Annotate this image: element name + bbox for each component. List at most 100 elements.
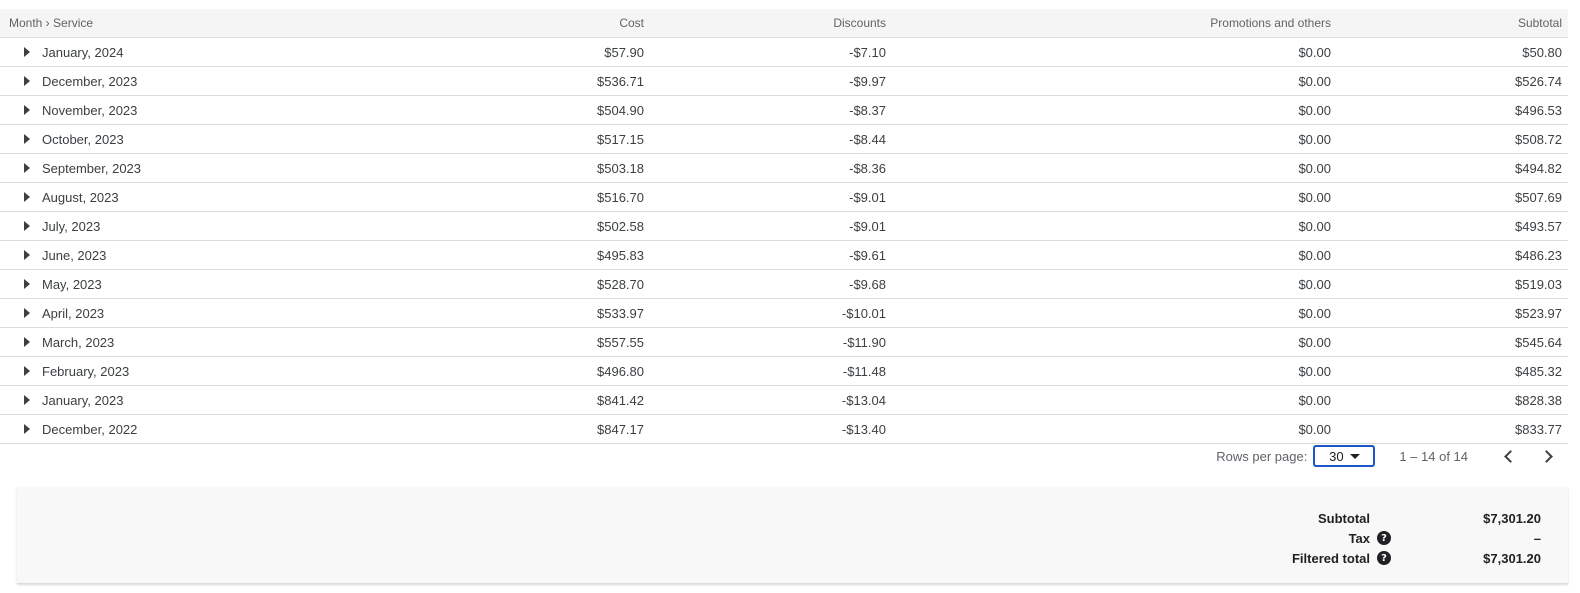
expand-row-button[interactable] [6, 241, 42, 269]
table-row[interactable]: March, 2023 $557.55 -$11.90 $0.00 $545.64 [0, 328, 1568, 357]
expand-row-button[interactable] [6, 183, 42, 211]
expand-row-button[interactable] [6, 96, 42, 124]
cost-table: Month › Service Cost Discounts Promotion… [0, 9, 1568, 444]
chevron-left-icon [1503, 449, 1517, 463]
month-cell: January, 2023 [0, 386, 420, 414]
expand-row-button[interactable] [6, 154, 42, 182]
help-circle-icon[interactable] [1377, 551, 1391, 565]
caret-right-icon [24, 337, 30, 347]
expand-row-button[interactable] [6, 125, 42, 153]
pagination-bar: Rows per page: 30 1 – 14 of 14 [0, 440, 1568, 472]
promotions-cell: $0.00 [1298, 247, 1331, 263]
table-row[interactable]: September, 2023 $503.18 -$8.36 $0.00 $494.82 [0, 154, 1568, 183]
table-row[interactable]: August, 2023 $516.70 -$9.01 $0.00 $507.69 [0, 183, 1568, 212]
table-row[interactable]: January, 2024 $57.90 -$7.10 $0.00 $50.80 [0, 38, 1568, 67]
subtotal-cell: $493.57 [1515, 218, 1562, 234]
tax-row: Tax – [1191, 528, 1541, 548]
month-cell: March, 2023 [0, 328, 420, 356]
column-header-promotions[interactable]: Promotions and others [892, 16, 1337, 30]
filtered-total-label: Filtered total [1291, 550, 1370, 566]
table-row[interactable]: May, 2023 $528.70 -$9.68 $0.00 $519.03 [0, 270, 1568, 299]
subtotal-label: Subtotal [1318, 510, 1370, 526]
table-row[interactable]: December, 2023 $536.71 -$9.97 $0.00 $526.74 [0, 67, 1568, 96]
promotions-cell: $0.00 [1298, 276, 1331, 292]
table-row[interactable]: February, 2023 $496.80 -$11.48 $0.00 $485.32 [0, 357, 1568, 386]
expand-row-button[interactable] [6, 38, 42, 66]
chevron-right-icon [1539, 449, 1553, 463]
month-label: October, 2023 [42, 131, 124, 147]
month-label: March, 2023 [42, 334, 115, 350]
promotions-cell: $0.00 [1298, 218, 1331, 234]
discounts-cell: -$7.10 [849, 44, 886, 60]
cost-cell: $557.55 [597, 334, 644, 350]
column-header-month-service[interactable]: Month › Service [0, 16, 420, 30]
table-row[interactable]: October, 2023 $517.15 -$8.44 $0.00 $508.72 [0, 125, 1568, 154]
cost-cell: $533.97 [597, 305, 644, 321]
totals-summary-panel: Subtotal $7,301.20 Tax – Filtered total … [17, 487, 1568, 584]
next-page-button[interactable] [1528, 441, 1568, 471]
expand-row-button[interactable] [6, 212, 42, 240]
promotions-cell: $0.00 [1298, 305, 1331, 321]
caret-right-icon [24, 366, 30, 376]
expand-row-button[interactable] [6, 270, 42, 298]
promotions-cell: $0.00 [1298, 131, 1331, 147]
promotions-cell: $0.00 [1298, 160, 1331, 176]
caret-right-icon [24, 221, 30, 231]
cost-cell: $504.90 [597, 102, 644, 118]
month-label: September, 2023 [42, 160, 142, 176]
discounts-cell: -$10.01 [841, 305, 886, 321]
month-label: December, 2023 [42, 73, 138, 89]
tax-value: – [1533, 530, 1541, 546]
table-row[interactable]: July, 2023 $502.58 -$9.01 $0.00 $493.57 [0, 212, 1568, 241]
column-header-discounts[interactable]: Discounts [650, 16, 892, 30]
promotions-cell: $0.00 [1298, 102, 1331, 118]
caret-right-icon [24, 308, 30, 318]
discounts-cell: -$9.68 [849, 276, 886, 292]
promotions-cell: $0.00 [1298, 392, 1331, 408]
caret-right-icon [24, 134, 30, 144]
table-row[interactable]: April, 2023 $533.97 -$10.01 $0.00 $523.97 [0, 299, 1568, 328]
month-cell: June, 2023 [0, 241, 420, 269]
month-cell: December, 2023 [0, 67, 420, 95]
caret-right-icon [24, 424, 30, 434]
month-label: May, 2023 [42, 276, 102, 292]
month-label: April, 2023 [42, 305, 105, 321]
expand-row-button[interactable] [6, 299, 42, 327]
subtotal-cell: $507.69 [1515, 189, 1562, 205]
column-header-cost[interactable]: Cost [420, 16, 650, 30]
promotions-cell: $0.00 [1298, 189, 1331, 205]
discounts-cell: -$8.37 [849, 102, 886, 118]
previous-page-button[interactable] [1488, 441, 1528, 471]
pagination-range: 1 – 14 of 14 [1399, 448, 1468, 464]
subtotal-cell: $508.72 [1515, 131, 1562, 147]
expand-row-button[interactable] [6, 328, 42, 356]
expand-row-button[interactable] [6, 415, 42, 443]
subtotal-value: $7,301.20 [1483, 510, 1541, 526]
subtotal-row: Subtotal $7,301.20 [1191, 508, 1541, 528]
caret-right-icon [24, 192, 30, 202]
table-row[interactable]: November, 2023 $504.90 -$8.37 $0.00 $496.53 [0, 96, 1568, 125]
discounts-cell: -$9.61 [849, 247, 886, 263]
table-row[interactable]: June, 2023 $495.83 -$9.61 $0.00 $486.23 [0, 241, 1568, 270]
discounts-cell: -$13.04 [841, 392, 886, 408]
filtered-total-value: $7,301.20 [1483, 550, 1541, 566]
discounts-cell: -$11.48 [842, 363, 886, 379]
expand-row-button[interactable] [6, 386, 42, 414]
subtotal-cell: $485.32 [1515, 363, 1562, 379]
month-cell: November, 2023 [0, 96, 420, 124]
discounts-cell: -$9.01 [849, 189, 886, 205]
help-circle-icon[interactable] [1377, 531, 1391, 545]
promotions-cell: $0.00 [1298, 363, 1331, 379]
subtotal-cell: $526.74 [1515, 73, 1562, 89]
column-header-subtotal[interactable]: Subtotal [1337, 16, 1568, 30]
expand-row-button[interactable] [6, 357, 42, 385]
cost-cell: $495.83 [597, 247, 644, 263]
table-row[interactable]: January, 2023 $841.42 -$13.04 $0.00 $828.38 [0, 386, 1568, 415]
month-label: January, 2023 [42, 392, 124, 408]
rows-per-page-select[interactable]: 30 [1313, 445, 1376, 467]
cost-cell: $517.15 [597, 131, 644, 147]
subtotal-cell: $828.38 [1515, 392, 1562, 408]
discounts-cell: -$13.40 [841, 421, 886, 437]
expand-row-button[interactable] [6, 67, 42, 95]
subtotal-cell: $833.77 [1515, 421, 1562, 437]
